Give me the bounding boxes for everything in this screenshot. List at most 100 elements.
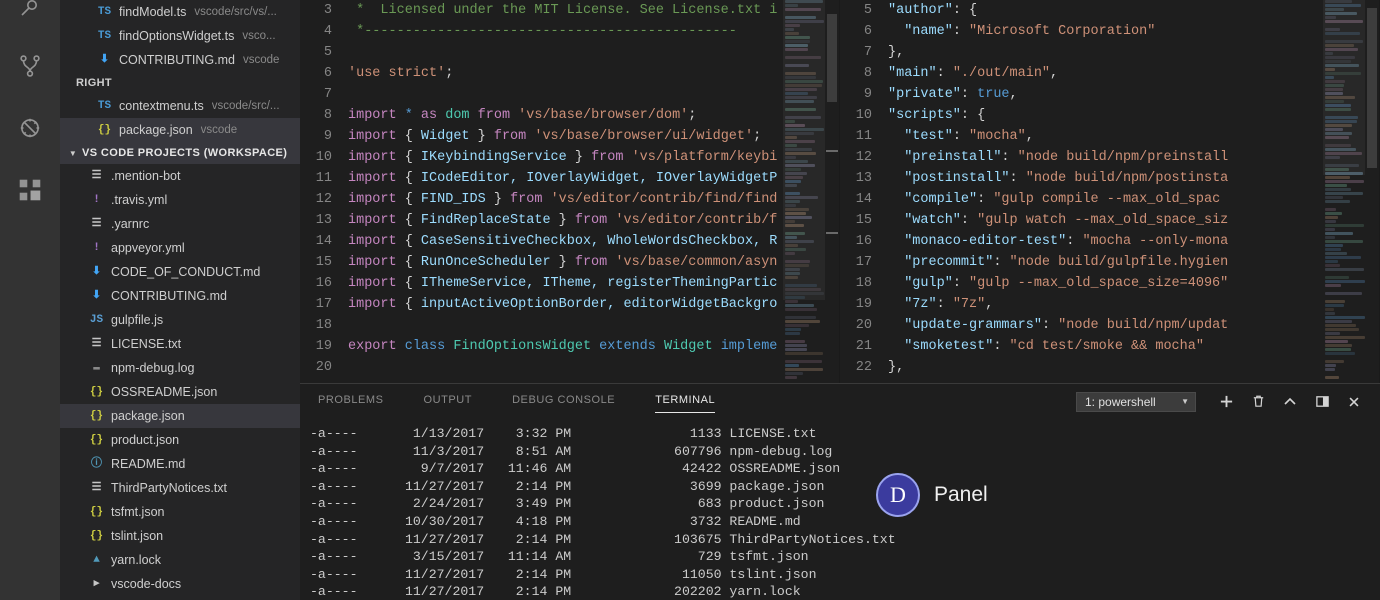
code-line[interactable]: *---------------------------------------… <box>348 21 777 42</box>
tree-item-license-txt[interactable]: ☰LICENSE.txt <box>60 332 300 356</box>
code-line[interactable]: import { inputActiveOptionBorder, editor… <box>348 294 777 315</box>
minimap-right[interactable] <box>1323 0 1365 390</box>
code-line[interactable]: 'use strict'; <box>348 63 777 84</box>
tree-item-readme-md[interactable]: ⓘREADME.md <box>60 452 300 476</box>
panel-tab-debug-console[interactable]: DEBUG CONSOLE <box>512 394 615 409</box>
tree-item-package-json[interactable]: {}package.jsonvscode <box>60 118 300 142</box>
code-line[interactable]: }, <box>888 42 1228 63</box>
source-control-icon[interactable] <box>0 42 60 90</box>
minimap-line <box>1325 212 1342 215</box>
tree-item-npm-debug-log[interactable]: ▬npm-debug.log <box>60 356 300 380</box>
editor-left-scrollbar[interactable] <box>825 0 839 390</box>
code-line[interactable]: "gulp": "gulp --max_old_space_size=4096" <box>888 273 1228 294</box>
minimap-slider[interactable] <box>783 0 825 300</box>
search-icon[interactable] <box>0 0 60 28</box>
code-line[interactable] <box>348 42 777 63</box>
tree-item-findmodel-ts[interactable]: TSfindModel.tsvscode/src/vs/... <box>60 0 300 24</box>
tree-item-tsfmt-json[interactable]: {}tsfmt.json <box>60 500 300 524</box>
editor-right-code[interactable]: 5678910111213141516171819202122 "author"… <box>840 0 1379 378</box>
code-line[interactable]: "smoketest": "cd test/smoke && mocha" <box>888 336 1228 357</box>
tree-item-yarn-lock[interactable]: ▲yarn.lock <box>60 548 300 572</box>
minimap-line <box>1325 176 1350 179</box>
tree-item-contributing-md[interactable]: ⬇CONTRIBUTING.mdvscode <box>60 48 300 72</box>
code-lines-right[interactable]: "author": { "name": "Microsoft Corporati… <box>888 0 1228 378</box>
file-name: tsfmt.json <box>111 505 165 519</box>
code-line[interactable]: "name": "Microsoft Corporation" <box>888 21 1228 42</box>
tree-item-package-json[interactable]: {}package.json <box>60 404 300 428</box>
new-terminal-button[interactable] <box>1210 384 1242 419</box>
code-line[interactable] <box>348 357 777 378</box>
tree-item-thirdpartynotices-txt[interactable]: ☰ThirdPartyNotices.txt <box>60 476 300 500</box>
code-line[interactable]: import { IThemeService, ITheme, register… <box>348 273 777 294</box>
workspace-section-header[interactable]: ▼ VS CODE PROJECTS (WORKSPACE) <box>60 142 300 164</box>
minimap-left[interactable] <box>783 0 825 390</box>
file-name: CODE_OF_CONDUCT.md <box>111 265 260 279</box>
code-line[interactable]: export class FindOptionsWidget extends W… <box>348 336 777 357</box>
panel-tab-problems[interactable]: PROBLEMS <box>318 394 384 409</box>
tree-item-code-of-conduct-md[interactable]: ⬇CODE_OF_CONDUCT.md <box>60 260 300 284</box>
code-line[interactable] <box>348 315 777 336</box>
code-line[interactable]: import { ICodeEditor, IOverlayWidget, IO… <box>348 168 777 189</box>
code-line[interactable]: import * as dom from 'vs/base/browser/do… <box>348 105 777 126</box>
chevron-down-icon: ▼ <box>1181 397 1189 406</box>
code-line[interactable]: import { RunOnceScheduler } from 'vs/bas… <box>348 252 777 273</box>
close-panel-button[interactable] <box>1338 384 1370 419</box>
code-token: 'vs/editor/contrib/f <box>615 213 777 228</box>
code-line[interactable]: "postinstall": "node build/npm/postinsta <box>888 168 1228 189</box>
file-type-icon: ☰ <box>88 339 105 350</box>
tree-item--mention-bot[interactable]: ☰.mention-bot <box>60 164 300 188</box>
terminal-output[interactable]: -a---- 1/13/2017 3:32 PM 1133 LICENSE.tx… <box>300 419 1380 600</box>
code-line[interactable]: "monaco-editor-test": "mocha --only-mona <box>888 231 1228 252</box>
tree-item-appveyor-yml[interactable]: !appveyor.yml <box>60 236 300 260</box>
code-line[interactable]: import { IKeybindingService } from 'vs/p… <box>348 147 777 168</box>
minimap-slider[interactable] <box>1323 0 1365 175</box>
code-line[interactable]: import { FIND_IDS } from 'vs/editor/cont… <box>348 189 777 210</box>
code-token: dom <box>445 108 477 123</box>
tree-item-tslint-json[interactable]: {}tslint.json <box>60 524 300 548</box>
tree-item--yarnrc[interactable]: ☰.yarnrc <box>60 212 300 236</box>
tree-item-gulpfile-js[interactable]: JSgulpfile.js <box>60 308 300 332</box>
code-line[interactable]: "private": true, <box>888 84 1228 105</box>
terminal-instance-select[interactable]: 1: powershell ▼ <box>1076 392 1196 412</box>
code-line[interactable]: "precommit": "node build/gulpfile.hygien <box>888 252 1228 273</box>
tree-item-ossreadme-json[interactable]: {}OSSREADME.json <box>60 380 300 404</box>
minimap-line <box>1325 344 1352 347</box>
code-line[interactable]: "watch": "gulp watch --max_old_space_siz <box>888 210 1228 231</box>
code-token: "cd test/smoke && mocha" <box>1010 339 1204 354</box>
code-line[interactable]: }, <box>888 357 1228 378</box>
panel-tab-output[interactable]: OUTPUT <box>424 394 473 409</box>
code-line[interactable]: "test": "mocha", <box>888 126 1228 147</box>
code-line[interactable]: "update-grammars": "node build/npm/updat <box>888 315 1228 336</box>
code-line[interactable]: "main": "./out/main", <box>888 63 1228 84</box>
file-name: package.json <box>119 123 193 137</box>
code-line[interactable]: import { FindReplaceState } from 'vs/edi… <box>348 210 777 231</box>
minimap-line <box>1325 280 1365 283</box>
code-line[interactable]: "scripts": { <box>888 105 1228 126</box>
debug-icon[interactable] <box>0 104 60 152</box>
code-token: , <box>1050 66 1058 81</box>
editor-findoptionswidget[interactable]: 34567891011121314151617181920 * Licensed… <box>300 0 840 390</box>
code-line[interactable]: "preinstall": "node build/npm/preinstall <box>888 147 1228 168</box>
code-line[interactable] <box>348 84 777 105</box>
tree-item-contributing-md[interactable]: ⬇CONTRIBUTING.md <box>60 284 300 308</box>
maximize-panel-button[interactable] <box>1274 384 1306 419</box>
code-line[interactable]: "compile": "gulp compile --max_old_spac <box>888 189 1228 210</box>
editor-left-code[interactable]: 34567891011121314151617181920 * Licensed… <box>300 0 839 378</box>
tree-item--travis-yml[interactable]: !.travis.yml <box>60 188 300 212</box>
extensions-icon[interactable] <box>0 166 60 214</box>
code-line[interactable]: import { CaseSensitiveCheckbox, WholeWor… <box>348 231 777 252</box>
code-line[interactable]: "7z": "7z", <box>888 294 1228 315</box>
code-lines-left[interactable]: * Licensed under the MIT License. See Li… <box>348 0 777 378</box>
code-line[interactable]: * Licensed under the MIT License. See Li… <box>348 0 777 21</box>
split-terminal-button[interactable] <box>1306 384 1338 419</box>
editor-package-json[interactable]: 5678910111213141516171819202122 "author"… <box>840 0 1380 390</box>
kill-terminal-button[interactable] <box>1242 384 1274 419</box>
tree-item-vscode-docs[interactable]: ▸vscode-docs <box>60 572 300 596</box>
editor-right-scrollbar[interactable] <box>1365 0 1379 390</box>
code-line[interactable]: import { Widget } from 'vs/base/browser/… <box>348 126 777 147</box>
panel-tab-terminal[interactable]: TERMINAL <box>655 394 715 409</box>
tree-item-findoptionswidget-ts[interactable]: TSfindOptionsWidget.tsvsco... <box>60 24 300 48</box>
code-line[interactable]: "author": { <box>888 0 1228 21</box>
tree-item-product-json[interactable]: {}product.json <box>60 428 300 452</box>
tree-item-contextmenu-ts[interactable]: TScontextmenu.tsvscode/src/... <box>60 94 300 118</box>
